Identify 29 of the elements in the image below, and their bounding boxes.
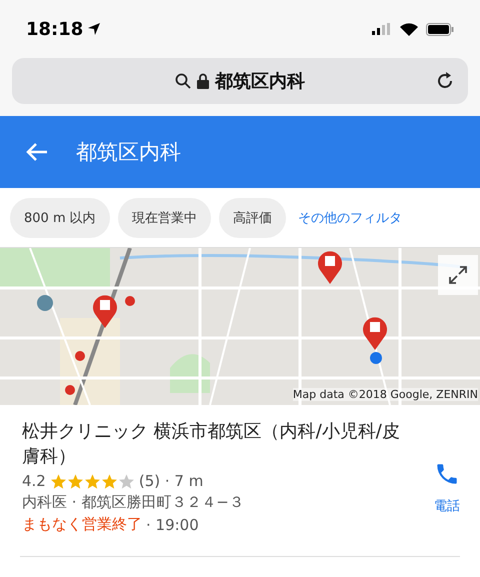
star-icon [66,472,84,490]
closing-time: · 19:00 [146,516,199,534]
wifi-icon [400,22,418,36]
star-icon [50,472,67,490]
rating-value: 4.2 [22,472,46,490]
clock-time: 18:18 [26,18,84,40]
expand-icon[interactable] [438,255,478,295]
star-icon [118,472,135,490]
signal-icon [372,23,392,35]
filter-chip[interactable]: 現在営業中 [118,198,211,238]
search-icon [175,73,191,89]
place-address: 内科医 · 都筑区勝田町３２４−３ [22,493,245,512]
more-filters-link[interactable]: その他のフィルタ [294,208,406,226]
hours-status: まもなく営業終了 [22,515,142,534]
filter-chip[interactable]: 高評価 [218,198,286,238]
review-count: (5) · 7 m [138,472,204,490]
star-icon [84,472,101,490]
map-attribution: Map data ©2018 Google, ZENRIN [292,388,478,401]
lock-icon [197,73,209,89]
header-title: 都筑区内科 [76,139,181,166]
battery-icon [426,22,454,36]
place-name[interactable]: 松井クリニック 横浜市都筑区（内科/小児科/皮膚科） [22,419,402,470]
address-text: 都筑区内科 [215,70,305,93]
address-bar[interactable]: 都筑区内科 [12,58,468,104]
back-arrow-icon[interactable] [26,142,48,162]
star-icon [100,472,118,490]
filter-chip[interactable]: 800 m 以内 [10,198,110,238]
call-button[interactable]: 電話 [434,461,460,515]
location-arrow-icon [87,22,102,36]
